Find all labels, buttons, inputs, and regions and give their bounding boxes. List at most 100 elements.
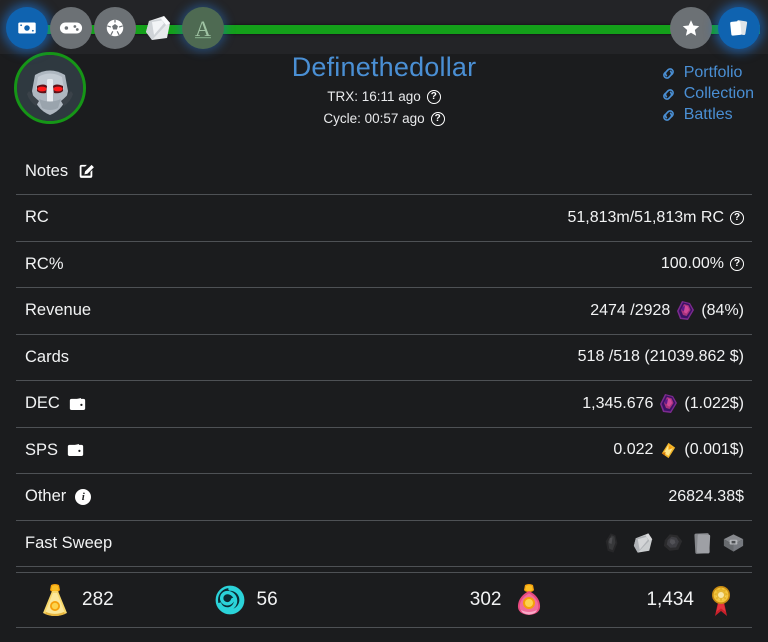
money-icon [16,17,38,39]
nav-button-sports[interactable] [94,7,136,49]
stat-gold-potion-value: 282 [82,589,114,610]
cycle-help-icon[interactable]: ? [430,112,445,127]
row-cards-label-wrap: Cards [16,348,69,367]
wallet-icon[interactable] [69,397,86,411]
avatar[interactable] [14,52,86,124]
rc-help-icon[interactable]: ? [730,210,744,225]
nav-button-money[interactable] [6,7,48,49]
row-revenue-value-wrap: 2474 /2928 (84%) [590,300,752,321]
row-revenue-label: Revenue [25,301,92,320]
row-rc-percent-label: RC% [25,254,64,273]
cycle-line: Cycle: 00:57 ago ? [0,110,768,128]
info-icon[interactable]: i [75,488,92,505]
nav-button-packs[interactable] [138,7,180,49]
card-pack-icon [142,11,176,45]
star-icon [680,17,702,39]
app-header: A Definethedollar TRX: 16:11 ago ? Cycle… [0,0,768,148]
stat-gold-medal-value: 1,434 [646,589,694,610]
link-collection[interactable]: Collection [660,85,754,103]
nav-button-archmage[interactable]: A [182,7,224,49]
row-dec-value-wrap: 1,345.676 (1.022$) [582,393,752,414]
row-rc-value-wrap: 51,813m/51,813m RC ? [567,209,752,227]
row-notes[interactable]: Notes [16,148,752,195]
row-other-value: 26824.38$ [668,487,744,505]
stat-teal-vortex-value: 56 [256,589,278,610]
row-revenue-label-wrap: Revenue [16,301,91,320]
link-portfolio-label: Portfolio [683,64,743,81]
white-pack-icon[interactable] [631,530,656,556]
row-dec-usd: (1.022$) [684,394,744,412]
letter-a-icon: A [188,13,218,43]
edit-icon[interactable] [77,162,95,180]
link-battles-label: Battles [683,106,733,123]
nav-button-cards[interactable] [718,7,760,49]
stat-gold-medal[interactable]: 1,434 [572,582,753,618]
row-rc-percent-label-wrap: RC% [16,255,64,274]
stat-pink-potion[interactable]: 302 [379,582,572,618]
row-sps-value: 0.022 [613,441,654,459]
fast-sweep-icons [601,530,752,556]
nav-icons-left: A [6,7,224,49]
row-fast-sweep-label-wrap: Fast Sweep [16,534,112,553]
dark-crumple-icon[interactable] [661,530,686,556]
nav-button-games[interactable] [50,7,92,49]
trx-help-icon[interactable]: ? [426,89,441,104]
stat-pink-potion-value: 302 [469,589,502,610]
soccer-ball-icon [104,17,126,39]
dark-potion-icon[interactable] [601,530,626,556]
gray-chest-icon[interactable] [721,530,746,556]
row-dec-label: DEC [25,394,60,413]
row-notes-label: Notes [25,161,69,180]
link-battles[interactable]: Battles [660,106,754,124]
row-notes-label-wrap: Notes [16,162,95,181]
row-rc-value: 51,813m/51,813m RC [567,208,724,226]
row-dec-label-wrap: DEC [16,394,86,413]
row-fast-sweep[interactable]: Fast Sweep [16,521,752,567]
bottom-stats-bar: 282 56 302 1,434 [16,572,752,628]
link-chain-icon [660,107,677,124]
row-dec[interactable]: DEC 1,345.676 (1.022$) [16,381,752,428]
nav-icons-right [670,7,760,49]
link-chain-icon [660,86,677,103]
header-links: Portfolio Collection Battles [660,64,754,124]
row-cards[interactable]: Cards 518 /518 (21039.862 $) [16,335,752,381]
row-other-label-wrap: Other i [16,487,92,506]
link-portfolio[interactable]: Portfolio [660,64,754,82]
sps-icon [659,441,678,460]
row-sps[interactable]: SPS 0.022 (0.001$) [16,428,752,474]
gold-potion-icon [38,582,72,618]
gray-card-icon[interactable] [691,530,716,556]
row-revenue[interactable]: Revenue 2474 /2928 (84%) [16,288,752,335]
link-chain-icon [660,65,677,82]
row-rc[interactable]: RC 51,813m/51,813m RC ? [16,195,752,242]
row-cards-label: Cards [25,347,70,366]
pink-potion-icon [512,582,546,618]
wallet-icon[interactable] [67,443,84,457]
stat-teal-vortex[interactable]: 56 [205,582,380,618]
row-sps-usd: (0.001$) [684,441,744,459]
robot-avatar-image [17,55,83,121]
link-collection-label: Collection [683,85,754,102]
row-other-label: Other [25,487,67,506]
dec-gem-icon [676,300,695,321]
cards-icon [727,17,751,39]
row-rc-label-wrap: RC [16,208,49,227]
row-rc-percent-value-wrap: 100.00% ? [661,255,752,273]
title-block: Definethedollar TRX: 16:11 ago ? Cycle: … [0,52,768,128]
stat-gold-potion[interactable]: 282 [16,582,205,618]
row-sps-label: SPS [25,440,59,459]
row-revenue-percent: (84%) [701,301,744,319]
row-other[interactable]: Other i 26824.38$ [16,474,752,521]
row-revenue-value: 2474 /2928 [590,301,671,319]
row-dec-value: 1,345.676 [582,394,654,412]
row-sps-label-wrap: SPS [16,441,84,460]
stats-list: Notes RC 51,813m/51,813m RC ? RC% 100.00… [0,148,768,567]
row-rc-label: RC [25,208,49,227]
row-cards-value: 518 /518 (21039.862 $) [577,348,744,366]
dec-gem-icon [659,393,678,414]
nav-button-favorites[interactable] [670,7,712,49]
row-rc-percent-value: 100.00% [660,255,724,273]
gold-medal-icon [704,582,738,618]
row-rc-percent[interactable]: RC% 100.00% ? [16,242,752,288]
rc-percent-help-icon[interactable]: ? [730,257,744,272]
